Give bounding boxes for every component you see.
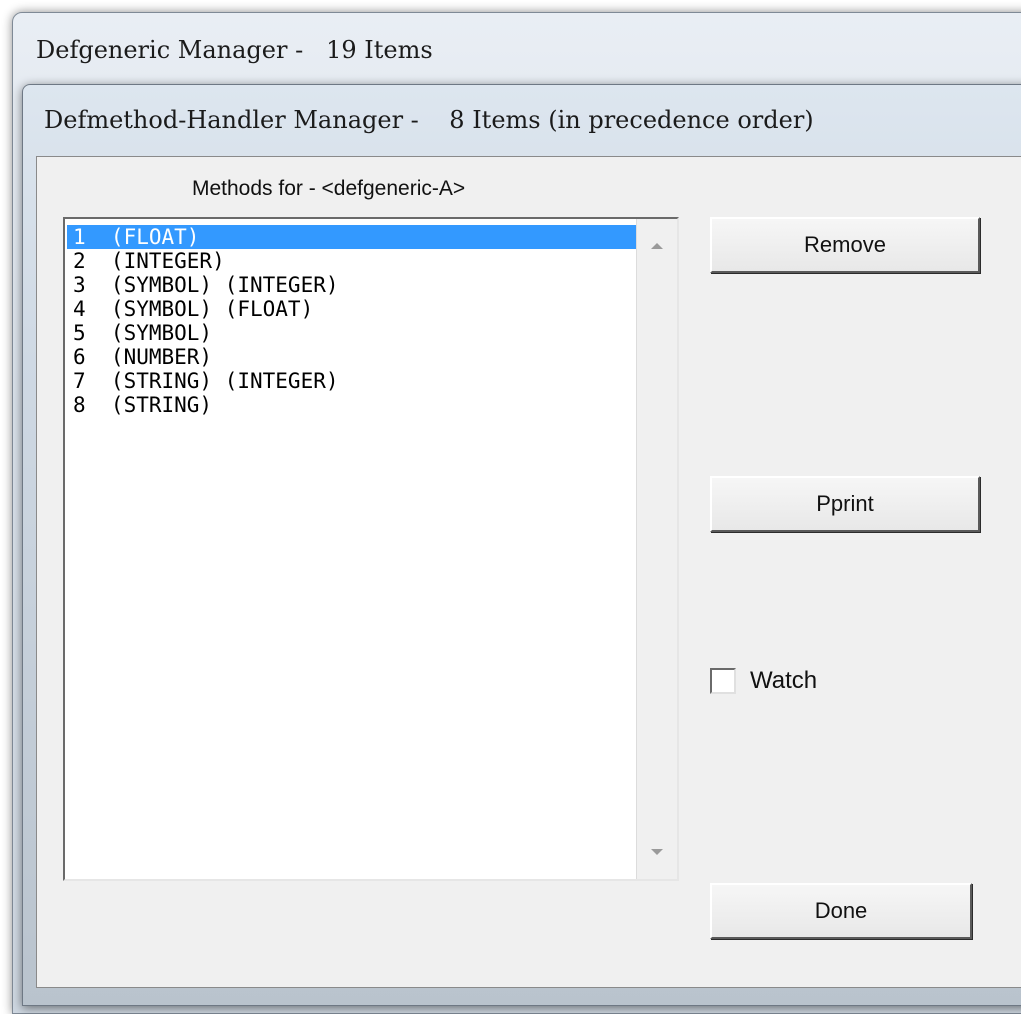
pprint-button[interactable]: Pprint — [710, 476, 980, 532]
watch-checkbox[interactable] — [710, 668, 736, 694]
list-item[interactable]: 4 (SYMBOL) (FLOAT) — [67, 297, 639, 321]
scroll-up-arrow-icon[interactable] — [651, 243, 663, 249]
done-button[interactable]: Done — [710, 883, 972, 939]
list-item[interactable]: 2 (INTEGER) — [67, 249, 639, 273]
methods-listbox[interactable]: 1 (FLOAT) 2 (INTEGER) 3 (SYMBOL) (INTEGE… — [63, 217, 679, 881]
remove-button[interactable]: Remove — [710, 217, 980, 273]
watch-checkbox-group[interactable]: Watch — [710, 667, 817, 695]
scroll-down-arrow-icon[interactable] — [651, 849, 663, 855]
list-item[interactable]: 3 (SYMBOL) (INTEGER) — [67, 273, 639, 297]
list-item[interactable]: 6 (NUMBER) — [67, 345, 639, 369]
list-item[interactable]: 8 (STRING) — [67, 393, 639, 417]
methods-list-scrollbar[interactable] — [636, 219, 677, 879]
inner-window-title: Defmethod-Handler Manager - 8 Items (in … — [44, 106, 814, 134]
watch-label[interactable]: Watch — [750, 667, 817, 695]
list-item[interactable]: 7 (STRING) (INTEGER) — [67, 369, 639, 393]
methods-list-caption: Methods for - <defgeneric-A> — [192, 177, 466, 200]
outer-window-title: Defgeneric Manager - 19 Items — [36, 36, 433, 64]
list-item[interactable]: 1 (FLOAT) — [67, 225, 639, 249]
methods-list-items: 1 (FLOAT) 2 (INTEGER) 3 (SYMBOL) (INTEGE… — [67, 225, 639, 417]
list-item[interactable]: 5 (SYMBOL) — [67, 321, 639, 345]
